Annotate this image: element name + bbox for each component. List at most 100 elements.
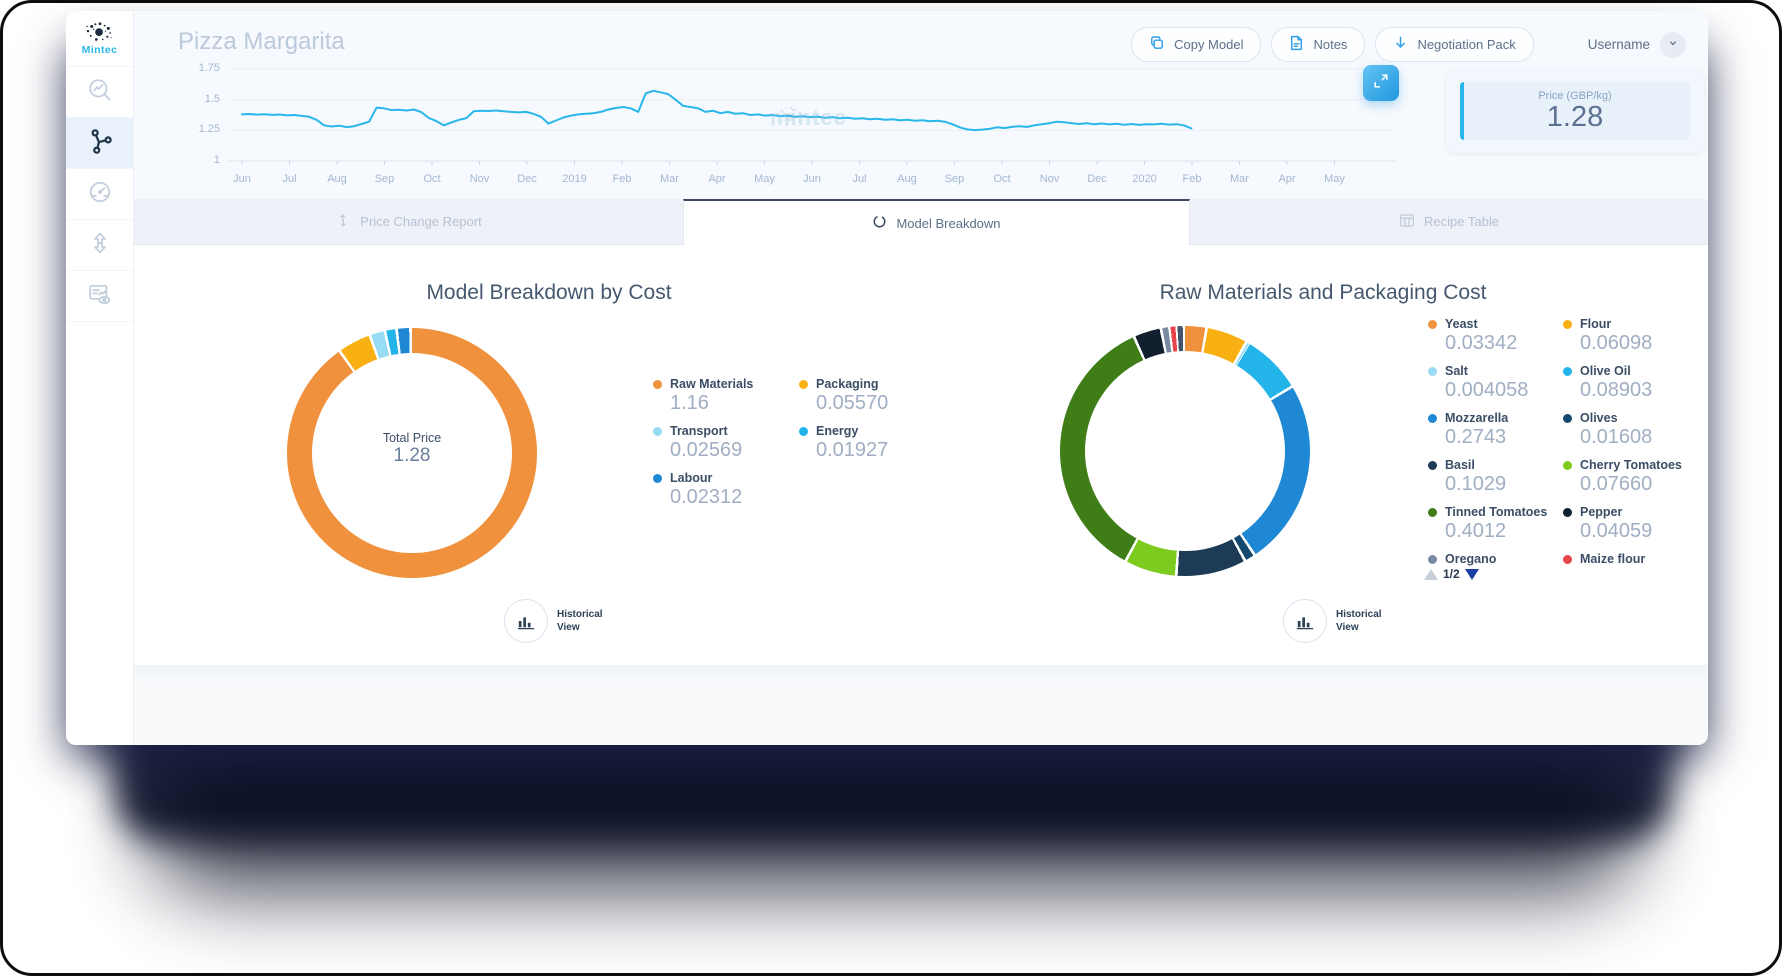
historical-view-button-left[interactable]: HistoricalView bbox=[504, 599, 603, 643]
legend-item-basil[interactable]: Basil0.1029 bbox=[1428, 458, 1563, 505]
x-axis-label: Apr bbox=[695, 173, 739, 185]
tab-recipe-table[interactable]: Recipe Table bbox=[1190, 199, 1708, 245]
legend-item-energy[interactable]: Energy0.01927 bbox=[799, 424, 945, 471]
page-indicator: 1/2 bbox=[1443, 567, 1460, 581]
y-axis-label: 1.5 bbox=[178, 93, 220, 105]
sidebar-item-report-view[interactable] bbox=[66, 271, 133, 322]
tab-label: Price Change Report bbox=[360, 214, 481, 229]
historical-view-button-right[interactable]: HistoricalView bbox=[1283, 599, 1382, 643]
tab-label: Recipe Table bbox=[1424, 214, 1499, 229]
legend-value: 0.01608 bbox=[1580, 426, 1708, 449]
legend-item-olive-oil[interactable]: Olive Oil0.08903 bbox=[1563, 364, 1708, 411]
raw-materials-donut[interactable] bbox=[1060, 326, 1310, 576]
page-down-arrow[interactable] bbox=[1465, 569, 1479, 580]
donut-center-total: Total Price 1.28 bbox=[332, 431, 492, 467]
legend-dot bbox=[653, 474, 662, 483]
tab-model-breakdown[interactable]: Model Breakdown bbox=[683, 199, 1190, 245]
model-breakdown-legend: Raw Materials1.16Packaging0.05570Transpo… bbox=[653, 377, 945, 518]
x-axis-label: Jun bbox=[220, 173, 264, 185]
legend-item-tinned-tomatoes[interactable]: Tinned Tomatoes0.4012 bbox=[1428, 505, 1563, 552]
sidebar-item-model[interactable] bbox=[66, 118, 133, 169]
legend-item-cherry-tomatoes[interactable]: Cherry Tomatoes0.07660 bbox=[1563, 458, 1708, 505]
legend-label: Salt bbox=[1445, 364, 1468, 378]
legend-label: Basil bbox=[1445, 458, 1475, 472]
legend-item-mozzarella[interactable]: Mozzarella0.2743 bbox=[1428, 411, 1563, 458]
model-breakdown-panel: Model Breakdown by Cost Raw Materials an… bbox=[134, 245, 1708, 665]
x-axis-label: 2020 bbox=[1123, 173, 1167, 185]
right-chart-title: Raw Materials and Packaging Cost bbox=[1113, 281, 1533, 305]
legend-value: 0.004058 bbox=[1445, 379, 1563, 402]
tab-price-change-report[interactable]: Price Change Report bbox=[134, 199, 683, 245]
legend-label: Olive Oil bbox=[1580, 364, 1631, 378]
x-axis-label: Feb bbox=[1170, 173, 1214, 185]
price-card: Price (GBP/kg) 1.28 bbox=[1446, 69, 1704, 153]
left-chart-title: Model Breakdown by Cost bbox=[339, 281, 759, 305]
brand-name: Mintec bbox=[82, 44, 118, 56]
x-axis-label: Jul bbox=[268, 173, 312, 185]
username-label: Username bbox=[1588, 37, 1650, 52]
legend-dot bbox=[1563, 367, 1572, 376]
x-axis-label: Dec bbox=[1075, 173, 1119, 185]
legend-value: 1.16 bbox=[670, 392, 799, 415]
legend-label: Olives bbox=[1580, 411, 1618, 425]
x-axis-label: Sep bbox=[933, 173, 977, 185]
negotiation-pack-label: Negotiation Pack bbox=[1417, 37, 1515, 52]
legend-item-transport[interactable]: Transport0.02569 bbox=[653, 424, 799, 471]
legend-item-labour[interactable]: Labour0.02312 bbox=[653, 471, 799, 518]
legend-value: 0.06098 bbox=[1580, 332, 1708, 355]
x-axis-label: Oct bbox=[980, 173, 1024, 185]
expand-chart-button[interactable] bbox=[1363, 65, 1399, 101]
x-axis-label: May bbox=[743, 173, 787, 185]
x-axis-label: Sep bbox=[363, 173, 407, 185]
x-axis-label: Dec bbox=[505, 173, 549, 185]
legend-value: 0.04059 bbox=[1580, 520, 1708, 543]
bar-chart-icon bbox=[504, 599, 548, 643]
copy-icon bbox=[1149, 35, 1165, 54]
app-window: Pizza Margarita Copy Model Notes Negotia… bbox=[66, 11, 1708, 745]
legend-item-pepper[interactable]: Pepper0.04059 bbox=[1563, 505, 1708, 552]
raw-materials-legend: Yeast0.03342Flour0.06098Salt0.004058Oliv… bbox=[1428, 317, 1708, 580]
up-down-arrows-icon bbox=[88, 231, 112, 260]
historical-view-label: HistoricalView bbox=[557, 608, 603, 634]
price-box: Price (GBP/kg) 1.28 bbox=[1460, 82, 1690, 140]
legend-label: Mozzarella bbox=[1445, 411, 1508, 425]
legend-dot bbox=[1563, 461, 1572, 470]
legend-value: 0.07660 bbox=[1580, 473, 1708, 496]
legend-dot bbox=[1428, 555, 1437, 564]
sidebar: Mintec bbox=[66, 11, 134, 745]
legend-dot bbox=[799, 427, 808, 436]
legend-value: 0.1029 bbox=[1445, 473, 1563, 496]
download-icon bbox=[1393, 35, 1408, 54]
legend-value: 0.01927 bbox=[816, 439, 945, 462]
x-axis-label: May bbox=[1313, 173, 1357, 185]
legend-item-salt[interactable]: Salt0.004058 bbox=[1428, 364, 1563, 411]
legend-item-maize-flour[interactable]: Maize flour bbox=[1563, 552, 1708, 580]
legend-label: Energy bbox=[816, 424, 858, 438]
price-line-chart[interactable]: mintec 1.751.51.251JunJulAugSepOctNovDec… bbox=[150, 53, 1410, 199]
x-axis-label: Apr bbox=[1265, 173, 1309, 185]
legend-label: Pepper bbox=[1580, 505, 1622, 519]
legend-label: Oregano bbox=[1445, 552, 1496, 566]
sidebar-item-search[interactable] bbox=[66, 67, 133, 118]
x-axis-label: Aug bbox=[885, 173, 929, 185]
legend-item-olives[interactable]: Olives0.01608 bbox=[1563, 411, 1708, 458]
legend-value: 0.05570 bbox=[816, 392, 945, 415]
legend-dot bbox=[799, 380, 808, 389]
legend-item-raw-materials[interactable]: Raw Materials1.16 bbox=[653, 377, 799, 424]
legend-item-packaging[interactable]: Packaging0.05570 bbox=[799, 377, 945, 424]
mintec-logo-icon bbox=[84, 21, 116, 45]
legend-item-flour[interactable]: Flour0.06098 bbox=[1563, 317, 1708, 364]
user-menu-button[interactable] bbox=[1660, 32, 1686, 58]
page-up-arrow[interactable] bbox=[1424, 569, 1438, 580]
screenshot-frame: Pizza Margarita Copy Model Notes Negotia… bbox=[0, 0, 1782, 976]
tab-label: Model Breakdown bbox=[896, 216, 1000, 231]
legend-item-yeast[interactable]: Yeast0.03342 bbox=[1428, 317, 1563, 364]
brand-logo[interactable]: Mintec bbox=[66, 11, 133, 67]
legend-dot bbox=[1563, 508, 1572, 517]
sidebar-item-dashboard[interactable] bbox=[66, 169, 133, 220]
donut-chart-icon bbox=[872, 214, 887, 232]
legend-label: Tinned Tomatoes bbox=[1445, 505, 1547, 519]
sidebar-item-import-export[interactable] bbox=[66, 220, 133, 271]
total-price-label: Total Price bbox=[332, 431, 492, 445]
legend-pagination: 1/2 bbox=[1424, 567, 1479, 581]
